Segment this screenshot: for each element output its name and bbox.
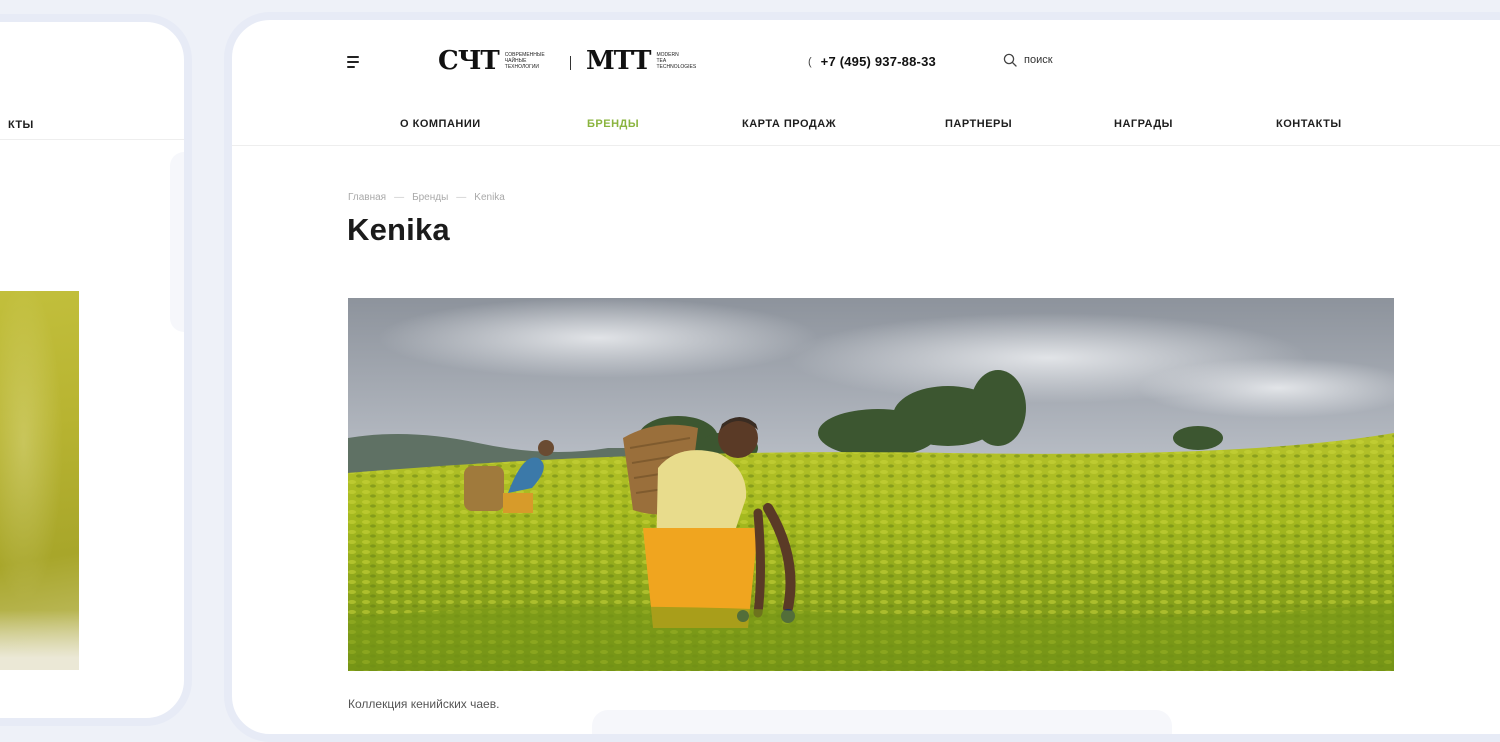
nav-item-sales-map[interactable]: КАРТА ПРОДАЖ — [742, 118, 836, 130]
logo-mtt-mark: МТТ — [586, 46, 651, 76]
nav-item-awards[interactable]: НАГРАДЫ — [1114, 118, 1173, 130]
page-description: Коллекция кенийских чаев. — [348, 697, 500, 711]
breadcrumb-brands[interactable]: Бренды — [412, 192, 448, 203]
phone-link[interactable]: ( +7 (495) 937-88-33 — [808, 54, 936, 69]
search-input[interactable] — [1024, 54, 1114, 66]
nav-item-fragment[interactable]: КТЫ — [8, 119, 34, 131]
nav-divider — [0, 139, 184, 140]
phone-number: +7 (495) 937-88-33 — [820, 54, 936, 69]
breadcrumb-home[interactable]: Главная — [348, 192, 386, 203]
nav-item-brands[interactable]: БРЕНДЫ — [587, 118, 639, 130]
breadcrumb-separator: — — [456, 192, 467, 203]
search-box[interactable] — [1003, 53, 1114, 67]
phone-icon: ( — [808, 55, 812, 68]
left-device-frame: КТЫ — [0, 14, 192, 726]
main-device-frame: СЧТ СОВРЕМЕННЫЕ ЧАЙНЫЕ ТЕХНОЛОГИИ МТТ MO… — [224, 12, 1500, 742]
bottom-shadow — [592, 710, 1172, 734]
tea-plantation-illustration — [348, 298, 1394, 671]
page-title: Kenika — [347, 212, 450, 247]
nav-item-partners[interactable]: ПАРТНЕРЫ — [945, 118, 1012, 130]
hero-image — [348, 298, 1394, 671]
nav-divider — [232, 145, 1500, 146]
scroll-shadow — [170, 152, 184, 332]
logo-sct-mark: СЧТ — [438, 46, 500, 76]
logo-sct-subtitle: СОВРЕМЕННЫЕ ЧАЙНЫЕ ТЕХНОЛОГИИ — [504, 52, 545, 70]
logo-sct[interactable]: СЧТ СОВРЕМЕННЫЕ ЧАЙНЫЕ ТЕХНОЛОГИИ — [438, 46, 545, 76]
main-nav: О КОМПАНИИ БРЕНДЫ КАРТА ПРОДАЖ ПАРТНЕРЫ … — [232, 118, 1500, 132]
logo-mtt-subtitle: MODERN TEA TECHNOLOGIES — [656, 52, 697, 70]
breadcrumb-separator: — — [394, 192, 405, 203]
breadcrumb: Главная — Бренды — Kenika — [348, 192, 505, 203]
breadcrumb-current: Kenika — [474, 192, 505, 203]
product-image-fragment — [0, 291, 79, 670]
search-icon[interactable] — [1003, 53, 1017, 67]
nav-item-about[interactable]: О КОМПАНИИ — [400, 118, 481, 130]
hamburger-menu-icon[interactable] — [347, 56, 363, 68]
nav-item-contacts[interactable]: КОНТАКТЫ — [1276, 118, 1342, 130]
logo-mtt[interactable]: МТТ MODERN TEA TECHNOLOGIES — [586, 46, 697, 76]
logo-divider — [570, 56, 571, 70]
